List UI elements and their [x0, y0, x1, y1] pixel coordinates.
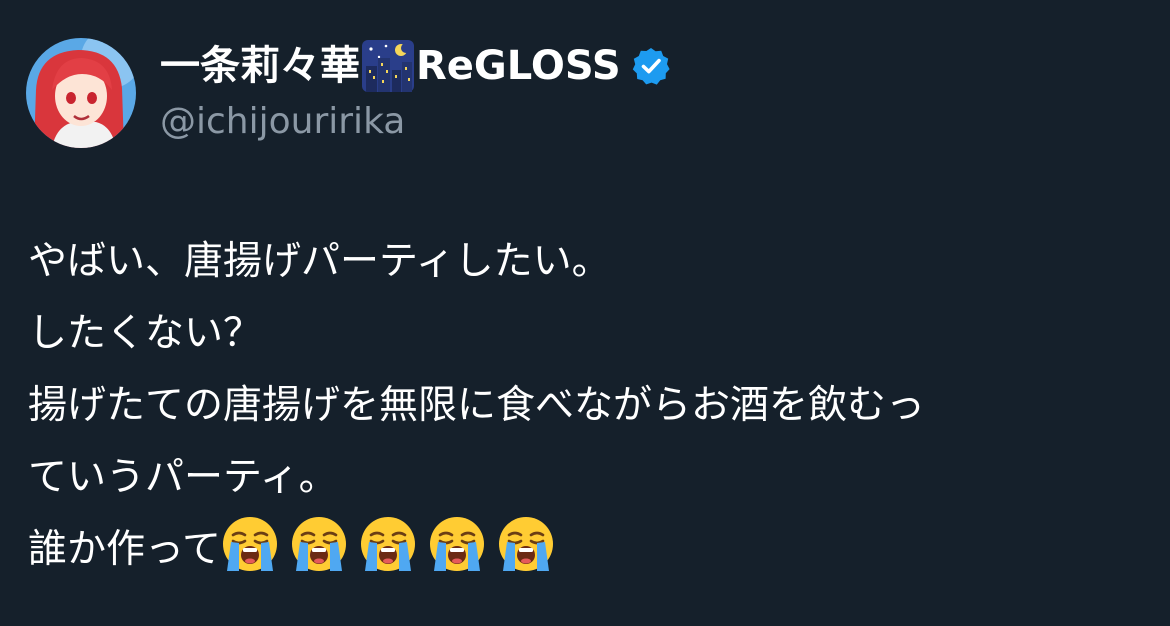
loudly-crying-face-emoji-icon [290, 515, 348, 573]
tweet-text-line: 揚げたての唐揚げを無限に食べながらお酒を飲むっ [28, 383, 926, 428]
user-handle[interactable]: @ichijouririka [160, 96, 405, 148]
tweet-text-segment: 誰か作って [28, 527, 222, 572]
loudly-crying-face-emoji-icon [221, 515, 279, 573]
avatar[interactable] [26, 38, 136, 148]
display-name[interactable]: 一条莉々華 ReGLOSS [160, 38, 671, 94]
tweet-text-line-last: 誰か作って [28, 514, 1148, 586]
tweet-text: やばい、唐揚げパーティしたい。 したくない？ 揚げたての唐揚げを無限に食べながら… [28, 226, 1148, 586]
loudly-crying-face-emoji-icon [497, 515, 555, 573]
verified-badge-icon[interactable] [631, 46, 671, 86]
night-with-stars-emoji-icon [362, 40, 414, 92]
display-name-text: 一条莉々華 [160, 43, 360, 89]
loudly-crying-face-emoji-icon [428, 515, 486, 573]
tweet-text-line: ていうパーティ。 [28, 455, 338, 500]
loudly-crying-face-emoji-icon [359, 515, 417, 573]
tweet-text-line: したくない？ [28, 311, 263, 356]
avatar-image [26, 38, 136, 148]
tweet-card: 一条莉々華 ReGLOSS @ichijouririka やばい、唐揚げパーティ… [0, 0, 1170, 626]
tweet-text-line: やばい、唐揚げパーティしたい。 [28, 239, 611, 284]
emoji-row [221, 517, 566, 572]
display-name-group-text: ReGLOSS [416, 43, 621, 89]
